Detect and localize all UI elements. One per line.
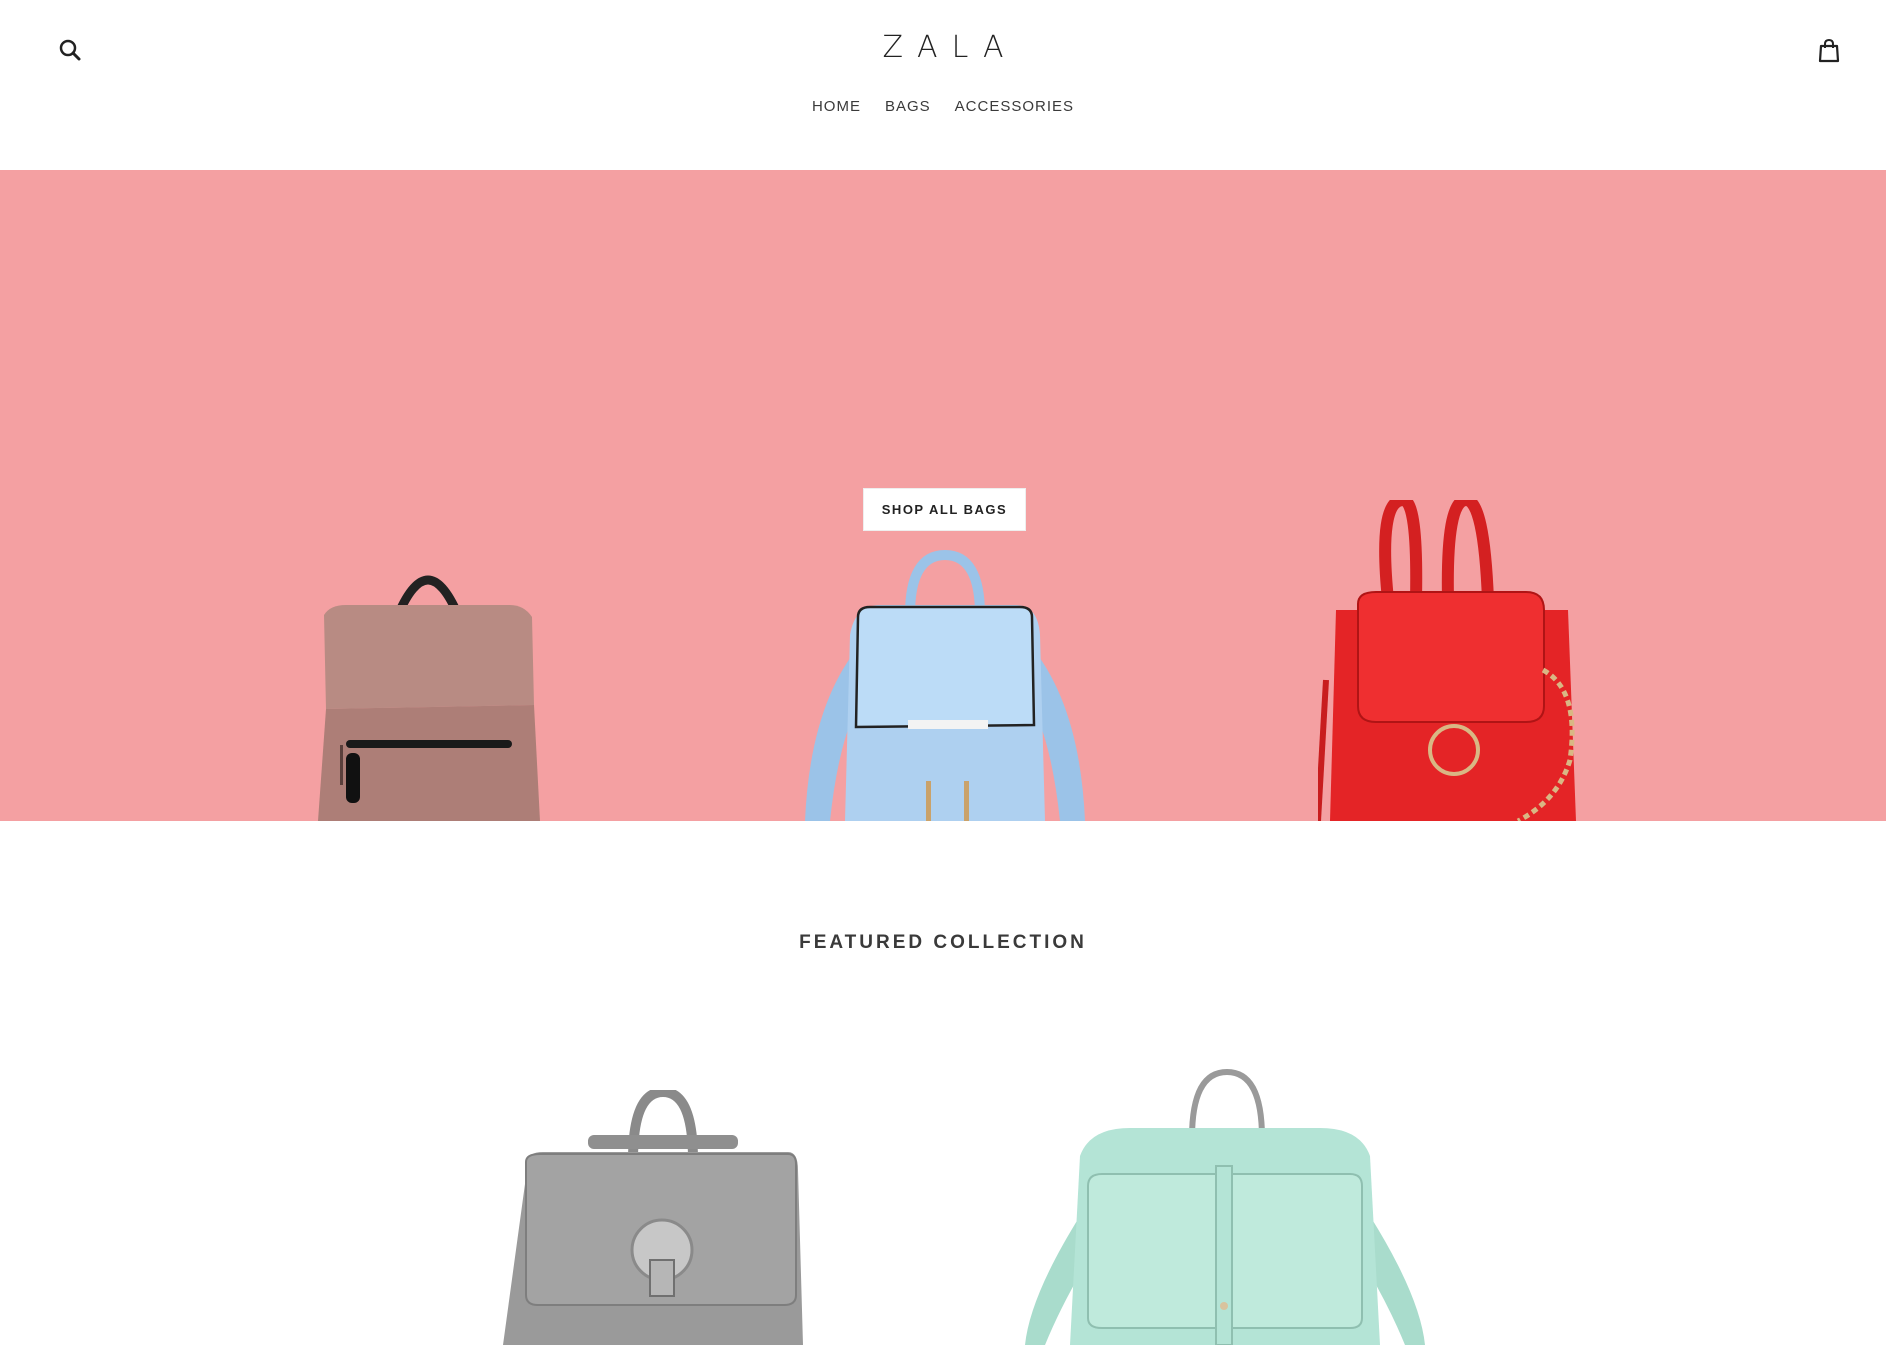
light-blue-backpack-image bbox=[805, 549, 1085, 821]
product-card-grey-backpack[interactable] bbox=[498, 1086, 828, 1345]
featured-collection-title: FEATURED COLLECTION bbox=[799, 932, 1087, 953]
grey-backpack-image bbox=[503, 1086, 803, 1345]
nav-item-bags[interactable]: BAGS bbox=[885, 98, 931, 115]
cart-button[interactable] bbox=[1814, 36, 1844, 66]
mauve-backpack-image bbox=[318, 575, 540, 821]
product-card-mint-backpack[interactable] bbox=[1020, 1066, 1430, 1346]
main-nav: HOME BAGS ACCESSORIES bbox=[0, 98, 1886, 115]
site-logo[interactable]: ZALA bbox=[0, 30, 1886, 65]
shopping-bag-icon bbox=[1818, 38, 1840, 63]
nav-item-accessories[interactable]: ACCESSORIES bbox=[955, 98, 1074, 115]
site-header: ZALA HOME BAGS ACCESSORIES bbox=[0, 0, 1886, 170]
red-backpack-image bbox=[1318, 500, 1576, 821]
hero-banner: SHOP ALL BAGS bbox=[0, 170, 1886, 821]
shop-all-bags-button[interactable]: SHOP ALL BAGS bbox=[863, 488, 1026, 531]
mint-backpack-image bbox=[1025, 1068, 1425, 1346]
nav-item-home[interactable]: HOME bbox=[812, 98, 861, 115]
